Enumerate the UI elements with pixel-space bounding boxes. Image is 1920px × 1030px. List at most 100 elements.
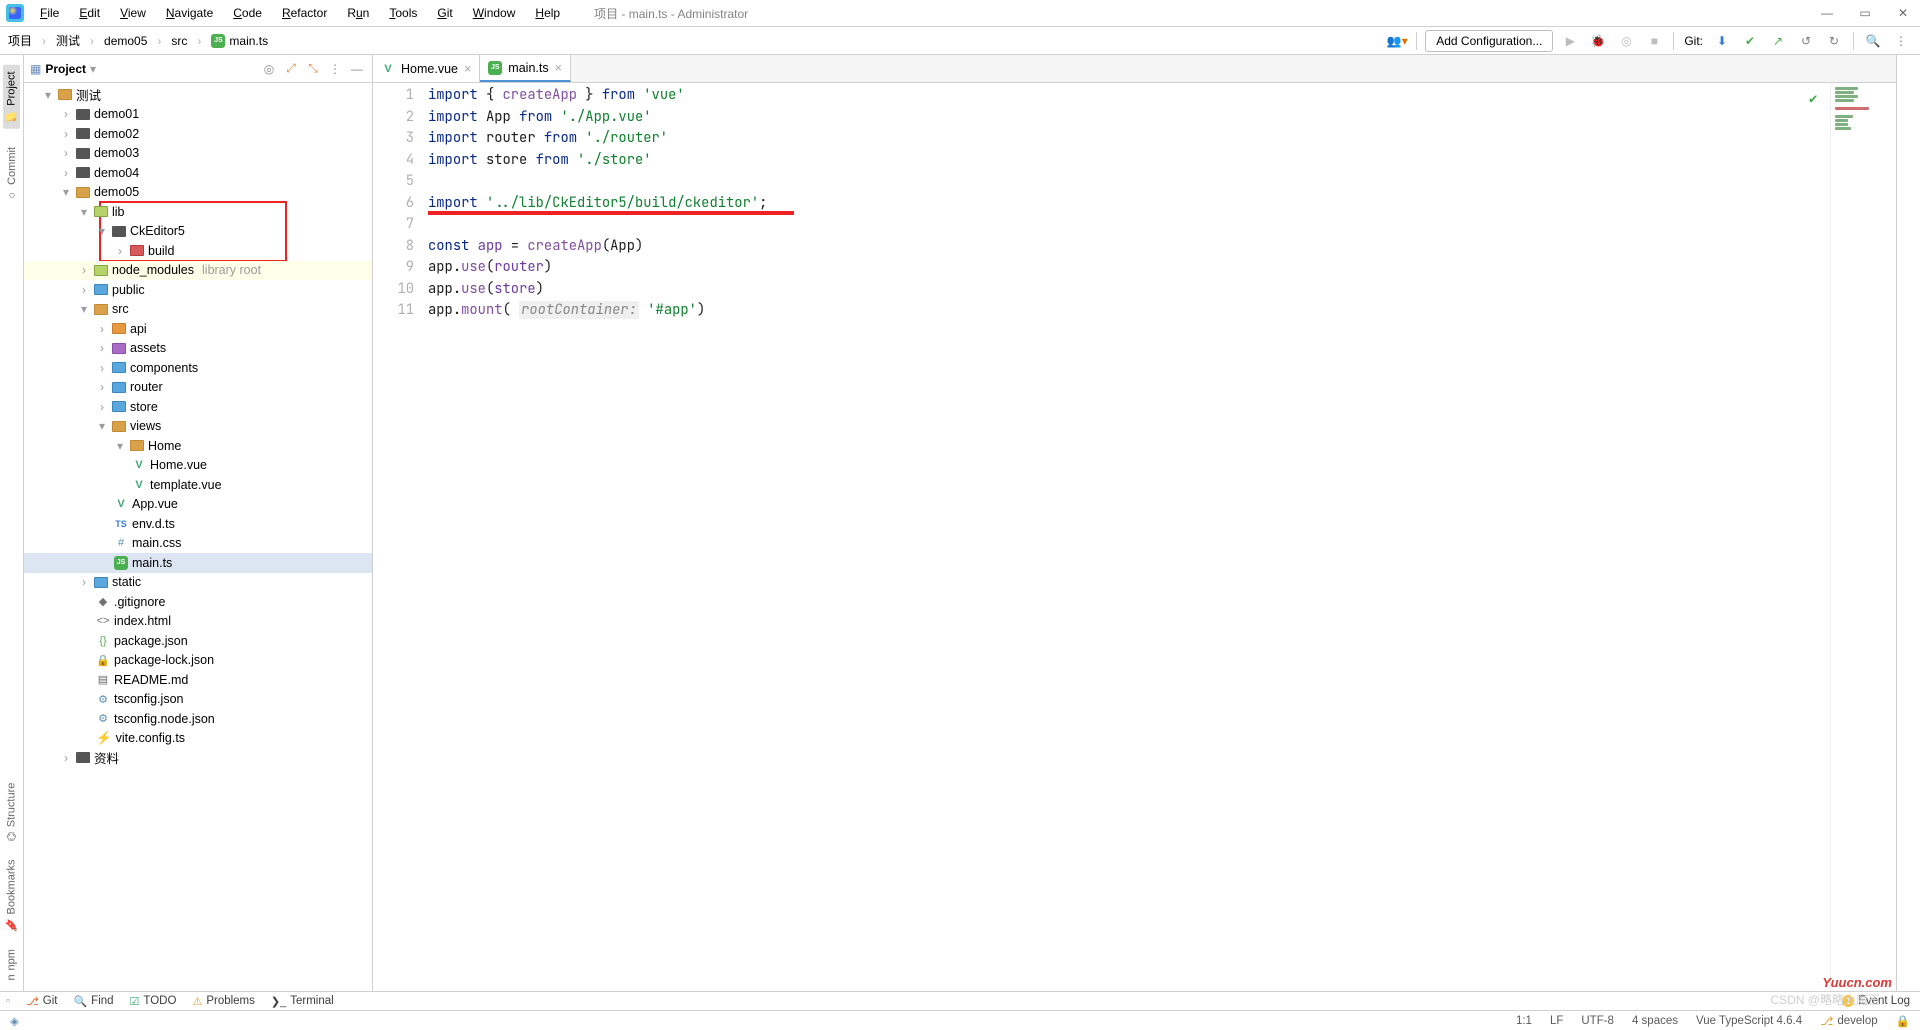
tree-item[interactable]: ›demo01 — [24, 105, 372, 125]
tree-item[interactable]: ▾views — [24, 417, 372, 437]
left-tab-bookmarks[interactable]: 🔖Bookmarks — [5, 859, 18, 931]
tree-file[interactable]: {}package.json — [24, 631, 372, 651]
menu-git[interactable]: Git — [429, 3, 460, 23]
menu-help[interactable]: Help — [527, 3, 568, 23]
tool-git[interactable]: ⎇Git — [26, 995, 57, 1008]
window-close[interactable]: ✕ — [1892, 2, 1914, 24]
git-update-icon[interactable]: ⬇ — [1711, 30, 1733, 52]
code-content[interactable]: import { createApp } from 'vue' import A… — [428, 83, 1830, 991]
tree-item[interactable]: ▾demo05 — [24, 183, 372, 203]
crumb-file[interactable]: JS main.ts — [211, 34, 268, 48]
project-tree[interactable]: ▾测试 ›demo01 ›demo02 ›demo03 ›demo04 ▾dem… — [24, 83, 372, 991]
tree-item[interactable]: ▾src — [24, 300, 372, 320]
tree-file[interactable]: VApp.vue — [24, 495, 372, 515]
tree-item[interactable]: ›components — [24, 358, 372, 378]
left-tab-project[interactable]: 📁Project — [3, 65, 20, 129]
tree-item[interactable]: ▾Home — [24, 436, 372, 456]
tree-item-node-modules[interactable]: ›node_moduleslibrary root — [24, 261, 372, 281]
tree-file[interactable]: TSenv.d.ts — [24, 514, 372, 534]
tree-item[interactable]: ›static — [24, 573, 372, 593]
menu-window[interactable]: Window — [465, 3, 524, 23]
status-indent[interactable]: 4 spaces — [1632, 1015, 1678, 1027]
status-language[interactable]: Vue TypeScript 4.6.4 — [1696, 1015, 1802, 1027]
tool-todo[interactable]: ☑TODO — [130, 995, 177, 1008]
close-tab-icon[interactable]: × — [464, 62, 471, 76]
tab-main-ts[interactable]: JSmain.ts× — [480, 55, 571, 82]
crumb-2[interactable]: demo05 — [104, 34, 147, 48]
run-button[interactable]: ▶ — [1559, 30, 1581, 52]
tree-file[interactable]: ⚡vite.config.ts — [24, 729, 372, 749]
status-line-ending[interactable]: LF — [1550, 1015, 1563, 1027]
git-push-icon[interactable]: ↗ — [1767, 30, 1789, 52]
status-caret-pos[interactable]: 1:1 — [1516, 1015, 1532, 1027]
collapse-all-icon[interactable]: ⤡ — [304, 60, 322, 78]
run-configuration-select[interactable]: Add Configuration... — [1425, 30, 1553, 52]
code-minimap[interactable]: ✔ — [1830, 83, 1896, 991]
git-history-icon[interactable]: ↺ — [1795, 30, 1817, 52]
window-minimize[interactable]: — — [1816, 2, 1838, 24]
tree-item[interactable]: ›router — [24, 378, 372, 398]
tab-home-vue[interactable]: VHome.vue× — [373, 55, 480, 82]
tree-file-selected[interactable]: JSmain.ts — [24, 553, 372, 573]
tree-item[interactable]: ›api — [24, 319, 372, 339]
menu-file[interactable]: File — [32, 3, 67, 23]
stop-button[interactable]: ■ — [1643, 30, 1665, 52]
menu-run[interactable]: Run — [339, 3, 377, 23]
search-everywhere-icon[interactable]: 🔍 — [1862, 30, 1884, 52]
tree-item[interactable]: ›assets — [24, 339, 372, 359]
left-tab-structure[interactable]: ⌬Structure — [5, 783, 18, 841]
git-rollback-icon[interactable]: ↻ — [1823, 30, 1845, 52]
tree-item-build[interactable]: ›build — [24, 241, 372, 261]
close-tab-icon[interactable]: × — [555, 61, 562, 75]
menu-edit[interactable]: Edit — [71, 3, 108, 23]
crumb-3[interactable]: src — [171, 34, 187, 48]
coverage-button[interactable]: ◎ — [1615, 30, 1637, 52]
tree-file[interactable]: #main.css — [24, 534, 372, 554]
panel-menu-icon[interactable]: ⋮ — [326, 60, 344, 78]
menu-view[interactable]: View — [112, 3, 154, 23]
tree-root[interactable]: ▾测试 — [24, 85, 372, 105]
window-maximize[interactable]: ▭ — [1854, 2, 1876, 24]
tool-problems[interactable]: ⚠Problems — [192, 995, 254, 1008]
tree-item[interactable]: ›demo03 — [24, 144, 372, 164]
tree-item[interactable]: ›demo02 — [24, 124, 372, 144]
inspection-ok-icon[interactable]: ✔ — [1809, 89, 1817, 111]
tool-find[interactable]: 🔍Find — [73, 995, 113, 1008]
locate-icon[interactable]: ◎ — [260, 60, 278, 78]
tree-item[interactable]: ›demo04 — [24, 163, 372, 183]
status-encoding[interactable]: UTF-8 — [1581, 1015, 1614, 1027]
menu-tools[interactable]: Tools — [381, 3, 425, 23]
tree-item[interactable]: ›store — [24, 397, 372, 417]
menu-navigate[interactable]: Navigate — [158, 3, 221, 23]
code-editor[interactable]: 1234567891011 import { createApp } from … — [373, 83, 1896, 991]
menu-refactor[interactable]: Refactor — [274, 3, 335, 23]
tree-item[interactable]: ›资料 — [24, 748, 372, 768]
left-tab-npm[interactable]: nnpm — [5, 949, 18, 981]
left-tab-commit[interactable]: ○Commit — [6, 147, 18, 201]
tree-item-lib[interactable]: ▾lib — [24, 202, 372, 222]
tree-file[interactable]: ⚙tsconfig.json — [24, 690, 372, 710]
git-commit-icon[interactable]: ✔ — [1739, 30, 1761, 52]
crumb-1[interactable]: 测试 — [56, 32, 80, 49]
status-git-branch[interactable]: ⎇develop — [1820, 1014, 1878, 1028]
menu-code[interactable]: Code — [225, 3, 270, 23]
tree-file[interactable]: <>index.html — [24, 612, 372, 632]
tree-item[interactable]: ›public — [24, 280, 372, 300]
expand-all-icon[interactable]: ⤢ — [282, 60, 300, 78]
status-hint-icon[interactable]: ◈ — [10, 1014, 19, 1028]
crumb-0[interactable]: 项目 — [8, 32, 32, 49]
ide-settings-icon[interactable]: ⋮ — [1890, 30, 1912, 52]
status-lock-icon[interactable]: 🔒 — [1896, 1014, 1910, 1028]
tree-file[interactable]: Vtemplate.vue — [24, 475, 372, 495]
hide-panel-icon[interactable]: — — [348, 60, 366, 78]
tree-item-ckeditor[interactable]: ▾CkEditor5 — [24, 222, 372, 242]
tree-file[interactable]: 🔒package-lock.json — [24, 651, 372, 671]
project-panel-title[interactable]: Project ▾ — [45, 62, 96, 76]
tree-file[interactable]: ⚙tsconfig.node.json — [24, 709, 372, 729]
tree-file[interactable]: VHome.vue — [24, 456, 372, 476]
tree-file[interactable]: ▤README.md — [24, 670, 372, 690]
tree-file[interactable]: ◆.gitignore — [24, 592, 372, 612]
code-with-me-icon[interactable]: 👥▾ — [1386, 30, 1408, 52]
debug-button[interactable]: 🐞 — [1587, 30, 1609, 52]
tool-terminal[interactable]: ❯_Terminal — [271, 995, 334, 1008]
